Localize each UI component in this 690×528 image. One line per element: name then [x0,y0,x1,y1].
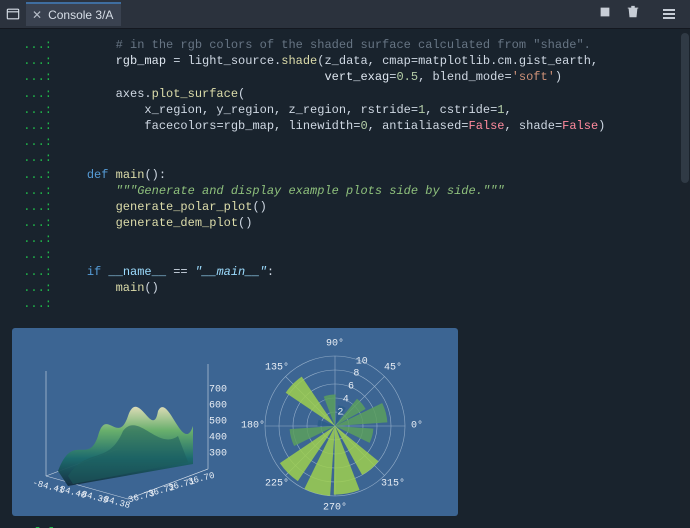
continuation-prompt: ...: [12,231,52,247]
polar-radial-tick: 8 [353,369,359,380]
polar-angle-tick: 90° [326,339,344,350]
continuation-prompt: ...: [12,183,52,199]
polar-angle-tick: 135° [265,363,289,374]
continuation-prompt: ...: [12,167,52,183]
polar-angle-tick: 225° [265,479,289,490]
continuation-prompt: ...: [12,69,52,85]
continuation-prompt: ...: [12,37,52,53]
continuation-prompt: ...: [12,247,52,263]
input-prompt[interactable]: In [2]: [0,520,690,528]
console-body: ...: # in the rgb colors of the shaded s… [0,29,690,528]
code-line: ...: main() [12,280,678,296]
code-line: ...: if __name__ == "__main__": [12,264,678,280]
close-tab-icon[interactable]: ✕ [32,8,42,22]
polar-radial-tick: 4 [343,395,349,406]
code-line: ...: [12,247,678,263]
code-line: ...: x_region, y_region, z_region, rstri… [12,102,678,118]
polar-radial-tick: 6 [348,382,354,393]
code-output[interactable]: ...: # in the rgb colors of the shaded s… [0,29,690,320]
polar-radial-tick: 10 [356,356,368,367]
continuation-prompt: ...: [12,264,52,280]
polar-angle-tick: 315° [381,479,405,490]
trash-icon[interactable] [626,5,640,23]
code-line: ...: rgb_map = light_source.shade(z_data… [12,53,678,69]
code-line: ...: facecolors=rgb_map, linewidth=0, an… [12,118,678,134]
z-tick: 300 [209,449,227,460]
continuation-prompt: ...: [12,280,52,296]
continuation-prompt: ...: [12,215,52,231]
code-line: ...: # in the rgb colors of the shaded s… [12,37,678,53]
code-line: ...: [12,150,678,166]
stop-icon[interactable] [598,5,612,23]
continuation-prompt: ...: [12,199,52,215]
code-line: ...: axes.plot_surface( [12,86,678,102]
code-line: ...: generate_polar_plot() [12,199,678,215]
titlebar: ✕ Console 3/A [0,0,690,29]
polar-angle-tick: 270° [323,503,347,514]
continuation-prompt: ...: [12,86,52,102]
plot-output: 300400500600700 -84.41-84.40-84.39-84.38… [12,328,458,516]
continuation-prompt: ...: [12,118,52,134]
continuation-prompt: ...: [12,102,52,118]
continuation-prompt: ...: [12,296,52,312]
continuation-prompt: ...: [12,150,52,166]
continuation-prompt: ...: [12,134,52,150]
console-tab[interactable]: ✕ Console 3/A [26,2,121,26]
code-line: ...: [12,296,678,312]
polar-plot: 0° 45° 90° 135° 180° 225° 270° 315° 24 6 8 10 [230,336,440,511]
continuation-prompt: ...: [12,53,52,69]
scrollbar-thumb[interactable] [681,33,689,183]
polar-angle-tick: 45° [384,363,402,374]
surface-mesh [58,407,193,486]
scrollbar[interactable] [680,29,690,528]
code-line: ...: def main(): [12,167,678,183]
code-line: ...: generate_dem_plot() [12,215,678,231]
z-tick: 700 [209,385,227,396]
surface-plot: 300400500600700 -84.41-84.40-84.39-84.38… [18,336,233,511]
polar-radial-tick: 2 [337,408,343,419]
code-line: ...: vert_exag=0.5, blend_mode='soft') [12,69,678,85]
tab-label: Console 3/A [48,8,113,22]
z-tick: 600 [209,401,227,412]
polar-angle-tick: 0° [411,421,423,432]
code-line: ...: [12,134,678,150]
window-icon [6,7,20,21]
polar-angle-tick: 180° [241,421,265,432]
code-line: ...: """Generate and display example plo… [12,183,678,199]
menu-icon[interactable] [654,0,684,28]
z-tick: 400 [209,433,227,444]
z-tick: 500 [209,417,227,428]
code-line: ...: [12,231,678,247]
